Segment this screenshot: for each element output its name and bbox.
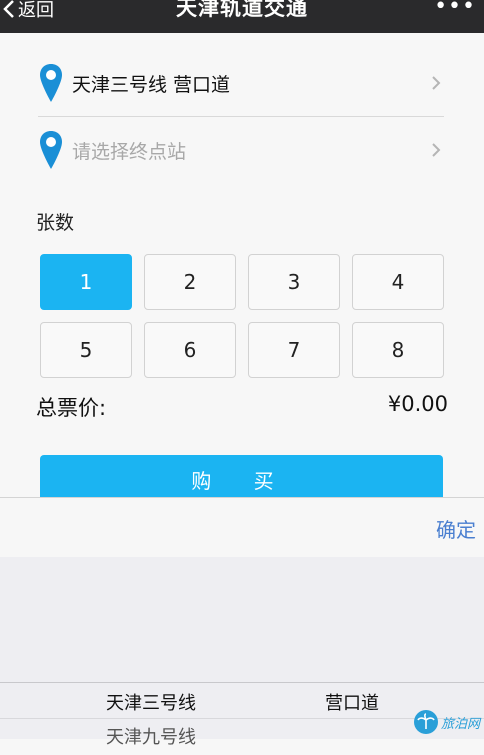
chevron-right-icon <box>432 76 441 90</box>
ticket-count-option[interactable]: 4 <box>352 254 444 310</box>
ticket-count-option[interactable]: 8 <box>352 322 444 378</box>
more-menu-button[interactable]: ••• <box>434 0 476 19</box>
ticket-count-option[interactable]: 1 <box>40 254 132 310</box>
ticket-count-option[interactable]: 5 <box>40 322 132 378</box>
nav-bar: 返回 天津轨道交通 ••• <box>0 0 484 33</box>
ticket-count-option[interactable]: 6 <box>144 322 236 378</box>
ticket-count-option[interactable]: 2 <box>144 254 236 310</box>
palm-tree-icon <box>413 710 438 734</box>
picker-next-row[interactable]: 天津九号线 <box>0 718 484 755</box>
ticket-count-label: 张数 <box>36 212 75 234</box>
ticket-count-option[interactable]: 7 <box>248 322 340 378</box>
page-title: 天津轨道交通 <box>176 0 308 20</box>
location-pin-icon <box>40 131 62 169</box>
location-pin-icon <box>40 64 62 102</box>
destination-station-selector[interactable]: 请选择终点站 <box>38 117 444 183</box>
watermark-text: 旅泊网 <box>440 716 480 732</box>
picker-line-text: 天津三号线 <box>106 693 196 714</box>
ticket-count-grid: 1 2 3 4 5 6 7 8 <box>40 254 444 378</box>
buy-button[interactable]: 购 买 <box>40 455 443 503</box>
destination-station-placeholder: 请选择终点站 <box>72 140 187 163</box>
confirm-button[interactable]: 确定 <box>436 514 476 543</box>
total-price-value: ¥0.00 <box>387 392 448 416</box>
total-price-label: 总票价: <box>36 396 107 420</box>
picker-line-text: 天津九号线 <box>106 727 196 748</box>
watermark-logo: 旅泊网 <box>413 709 480 735</box>
origin-station-text: 天津三号线 营口道 <box>72 73 231 96</box>
ticket-count-option[interactable]: 3 <box>248 254 340 310</box>
station-picker[interactable]: 天津三号线 营口道 天津九号线 <box>0 557 484 748</box>
picker-toolbar: 确定 <box>0 497 484 558</box>
picker-selected-row[interactable]: 天津三号线 营口道 <box>0 682 484 719</box>
picker-station-text: 营口道 <box>325 693 379 714</box>
origin-station-selector[interactable]: 天津三号线 营口道 <box>38 50 444 117</box>
chevron-right-icon <box>432 143 441 157</box>
